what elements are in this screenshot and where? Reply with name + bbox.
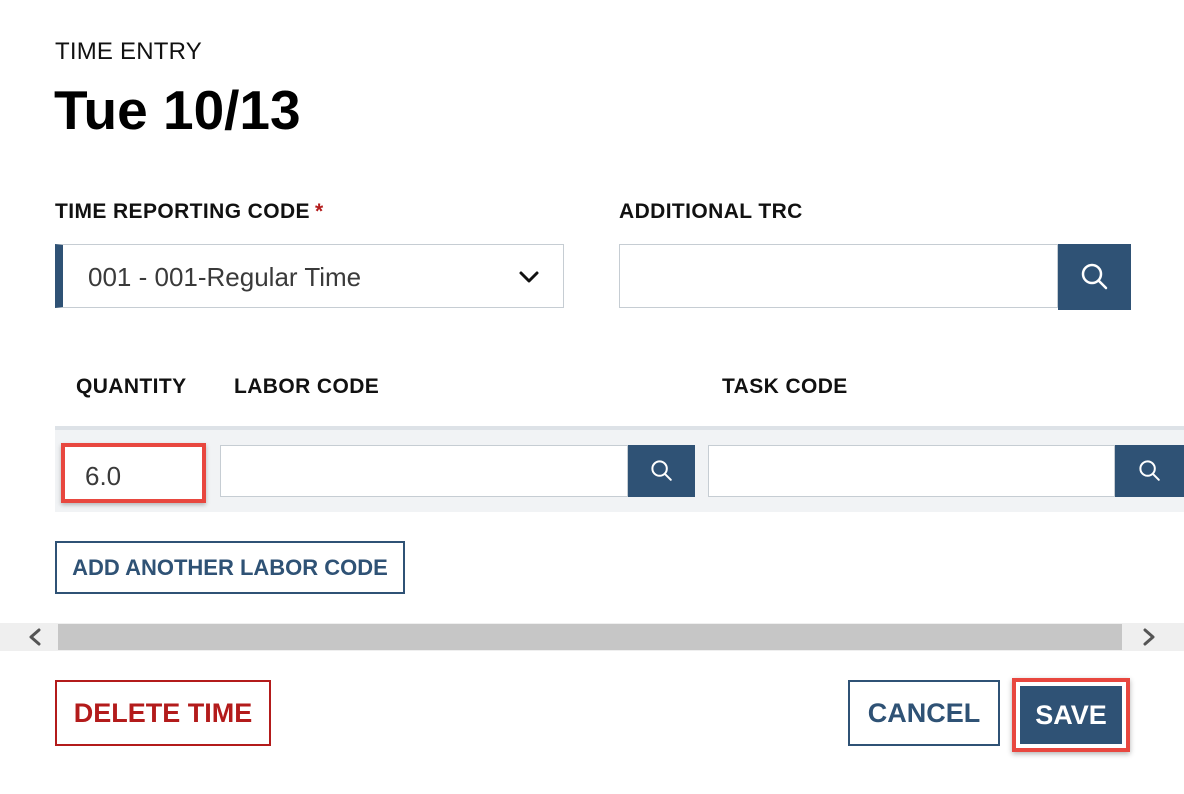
trc-label-text: TIME REPORTING CODE [55,200,310,223]
labor-code-search-button[interactable] [628,445,695,497]
column-header-task-code: TASK CODE [722,375,848,398]
trc-selected-value: 001 - 001-Regular Time [88,262,362,292]
quantity-input[interactable]: 6.0 [61,443,206,503]
save-button[interactable]: SAVE [1020,686,1122,744]
required-marker: * [314,200,324,223]
chevron-left-icon[interactable] [26,628,46,646]
scrollbar-thumb[interactable] [58,624,1122,650]
add-labor-code-button[interactable]: ADD ANOTHER LABOR CODE [55,541,405,594]
column-header-labor-code: LABOR CODE [234,375,380,398]
chevron-right-icon[interactable] [1138,628,1158,646]
additional-trc-input[interactable] [619,244,1058,308]
cancel-button[interactable]: CANCEL [848,680,1000,746]
save-highlight: SAVE [1012,678,1130,752]
chevron-down-icon [519,271,539,283]
page-title: Tue 10/13 [54,79,301,141]
search-icon [1138,460,1160,481]
search-icon [1081,263,1107,290]
trc-select[interactable]: 001 - 001-Regular Time [55,244,564,308]
search-icon [650,460,672,481]
task-code-search-button[interactable] [1115,445,1184,497]
additional-trc-label: ADDITIONAL TRC [619,200,803,223]
trc-label: TIME REPORTING CODE * [55,200,324,224]
labor-code-input[interactable] [220,445,628,497]
additional-trc-search-button[interactable] [1058,244,1131,310]
column-header-quantity: QUANTITY [76,375,187,398]
quantity-value: 6.0 [85,461,122,491]
page-eyebrow: TIME ENTRY [55,38,202,65]
delete-time-button[interactable]: DELETE TIME [55,680,271,746]
task-code-input[interactable] [708,445,1115,497]
